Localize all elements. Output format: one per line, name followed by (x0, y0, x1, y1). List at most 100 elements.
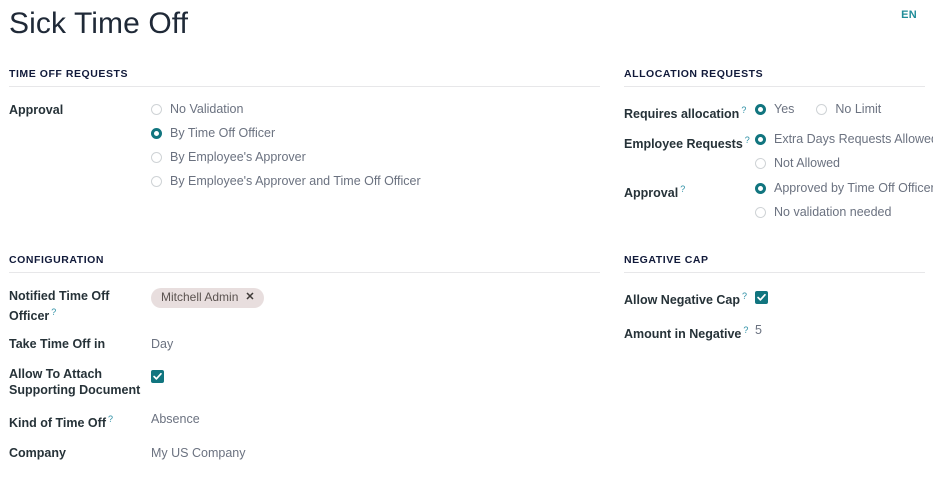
field-company: Company My US Company (9, 444, 600, 461)
radio-label[interactable]: Not Allowed (774, 156, 840, 171)
tag-label: Mitchell Admin (161, 290, 239, 305)
checkbox-allow-attach[interactable] (151, 369, 164, 383)
section-title-configuration: CONFIGURATION (9, 254, 600, 274)
radio-group-approval-time-off: No Validation By Time Off Officer By Emp… (151, 102, 600, 189)
section-title-allocation-requests: ALLOCATION REQUESTS (624, 68, 925, 87)
form-sheet: TIME OFF REQUESTS Approval No Validation… (0, 68, 933, 461)
field-kind-of-time-off: Kind of Time Off? Absence (9, 410, 600, 431)
approval-allocation-label-text: Approval (624, 186, 679, 201)
radio-label[interactable]: Extra Days Requests Allowed (774, 132, 933, 147)
field-label-allow-attach: Allow To Attach Supporting Document (9, 365, 151, 398)
field-label-approval: Approval (9, 101, 151, 118)
requires-allocation-label-text: Requires allocation (624, 107, 740, 122)
help-icon[interactable]: ? (742, 291, 747, 301)
allow-negative-cap-label-text: Allow Negative Cap (624, 293, 740, 308)
field-notified-time-off-officer: Notified Time Off Officer? Mitchell Admi… (9, 287, 600, 324)
radio-label[interactable]: By Time Off Officer (170, 126, 275, 141)
help-icon[interactable]: ? (745, 135, 750, 145)
radio-label[interactable]: No Limit (835, 102, 881, 117)
take-time-off-in-label-text: Take Time Off in (9, 337, 106, 352)
radio-label[interactable]: Approved by Time Off Officer (774, 181, 933, 196)
field-approval-time-off: Approval No Validation By Time Off Offic… (9, 101, 600, 189)
language-badge[interactable]: EN (901, 9, 917, 21)
field-value-notified-officer: Mitchell Admin ✕ (151, 287, 600, 309)
radio-option-not-allowed[interactable]: Not Allowed (755, 156, 925, 171)
radio-icon[interactable] (816, 104, 828, 115)
field-take-time-off-in: Take Time Off in Day (9, 335, 600, 352)
radio-option-no-limit[interactable]: No Limit (816, 102, 881, 117)
radio-option-yes[interactable]: Yes (755, 102, 794, 117)
radio-option-approved-by-time-off-officer[interactable]: Approved by Time Off Officer (755, 181, 933, 196)
section-configuration: CONFIGURATION Notified Time Off Officer?… (0, 254, 616, 461)
radio-icon[interactable] (755, 207, 766, 219)
field-label-employee-requests: Employee Requests? (624, 131, 755, 152)
company-label-text: Company (9, 446, 66, 461)
field-value-allow-attach (151, 365, 600, 383)
field-approval-allocation: Approval? Approved by Time Off Officer N… (624, 180, 933, 220)
page-title: Sick Time Off (9, 7, 189, 40)
company-value[interactable]: My US Company (151, 446, 245, 460)
section-time-off-requests: TIME OFF REQUESTS Approval No Validation… (0, 68, 616, 229)
field-label-amount-in-negative: Amount in Negative? (624, 321, 755, 342)
help-icon[interactable]: ? (743, 325, 748, 335)
allow-attach-label-text: Allow To Attach Supporting Document (9, 367, 141, 398)
section-row-bottom: CONFIGURATION Notified Time Off Officer?… (0, 254, 933, 461)
help-icon[interactable]: ? (108, 414, 113, 424)
radio-icon-selected[interactable] (151, 128, 162, 139)
radio-option-no-validation[interactable]: No Validation (151, 102, 600, 117)
notified-officer-label-text: Notified Time Off Officer (9, 289, 110, 324)
help-icon[interactable]: ? (680, 184, 685, 194)
radio-option-by-employees-approver[interactable]: By Employee's Approver (151, 150, 600, 165)
help-icon[interactable]: ? (741, 105, 746, 115)
field-value-approval-allocation: Approved by Time Off Officer No validati… (755, 180, 933, 220)
close-icon[interactable]: ✕ (245, 292, 254, 303)
radio-label[interactable]: No Validation (170, 102, 243, 117)
kind-of-time-off-value[interactable]: Absence (151, 412, 200, 426)
radio-icon[interactable] (151, 176, 162, 187)
field-label-kind-of-time-off: Kind of Time Off? (9, 410, 151, 431)
radio-label[interactable]: By Employee's Approver (170, 150, 306, 165)
radio-group-employee-requests: Extra Days Requests Allowed Not Allowed (755, 132, 933, 171)
radio-icon-selected[interactable] (755, 183, 766, 195)
radio-option-extra-days-requests-allowed[interactable]: Extra Days Requests Allowed (755, 132, 933, 147)
take-time-off-in-value[interactable]: Day (151, 337, 173, 351)
field-value-requires-allocation: Yes No Limit (755, 101, 925, 117)
radio-icon[interactable] (151, 152, 162, 163)
radio-label[interactable]: No validation needed (774, 205, 891, 220)
radio-option-by-employees-approver-and-officer[interactable]: By Employee's Approver and Time Off Offi… (151, 174, 600, 189)
employee-requests-label-text: Employee Requests (624, 137, 743, 152)
radio-icon-selected[interactable] (755, 134, 766, 146)
radio-option-by-time-off-officer[interactable]: By Time Off Officer (151, 126, 600, 141)
radio-icon[interactable] (151, 104, 162, 115)
help-icon[interactable]: ? (51, 307, 56, 317)
field-label-notified-officer: Notified Time Off Officer? (9, 287, 151, 324)
radio-group-approval-allocation: Approved by Time Off Officer No validati… (755, 181, 933, 220)
section-title-time-off-requests: TIME OFF REQUESTS (9, 68, 600, 87)
field-value-approval: No Validation By Time Off Officer By Emp… (151, 101, 600, 189)
field-allow-negative-cap: Allow Negative Cap? (624, 287, 925, 308)
field-value-allow-negative-cap (755, 287, 925, 305)
tag-mitchell-admin[interactable]: Mitchell Admin ✕ (151, 288, 264, 309)
section-allocation-requests: ALLOCATION REQUESTS Requires allocation?… (616, 68, 933, 229)
field-allow-attach-supporting-document: Allow To Attach Supporting Document (9, 365, 600, 398)
radio-group-requires-allocation: Yes No Limit (755, 102, 925, 117)
field-requires-allocation: Requires allocation? Yes No Limit (624, 101, 925, 122)
amount-in-negative-label-text: Amount in Negative (624, 327, 742, 342)
radio-icon[interactable] (755, 158, 766, 170)
section-row-top: TIME OFF REQUESTS Approval No Validation… (0, 68, 933, 229)
field-value-amount-in-negative: 5 (755, 321, 925, 338)
field-amount-in-negative: Amount in Negative? 5 (624, 321, 925, 342)
amount-in-negative-value[interactable]: 5 (755, 323, 762, 337)
radio-option-no-validation-needed[interactable]: No validation needed (755, 205, 925, 220)
field-value-take-time-off-in: Day (151, 335, 600, 352)
radio-label[interactable]: Yes (774, 102, 794, 117)
radio-label[interactable]: By Employee's Approver and Time Off Offi… (170, 174, 421, 189)
field-label-take-time-off-in: Take Time Off in (9, 335, 151, 352)
field-employee-requests: Employee Requests? Extra Days Requests A… (624, 131, 933, 171)
section-negative-cap: NEGATIVE CAP Allow Negative Cap? Amount … (616, 254, 933, 461)
section-title-negative-cap: NEGATIVE CAP (624, 254, 925, 274)
field-label-approval-allocation: Approval? (624, 180, 755, 201)
radio-icon-selected[interactable] (755, 104, 766, 115)
field-label-requires-allocation: Requires allocation? (624, 101, 755, 122)
checkbox-allow-negative-cap[interactable] (755, 291, 768, 305)
